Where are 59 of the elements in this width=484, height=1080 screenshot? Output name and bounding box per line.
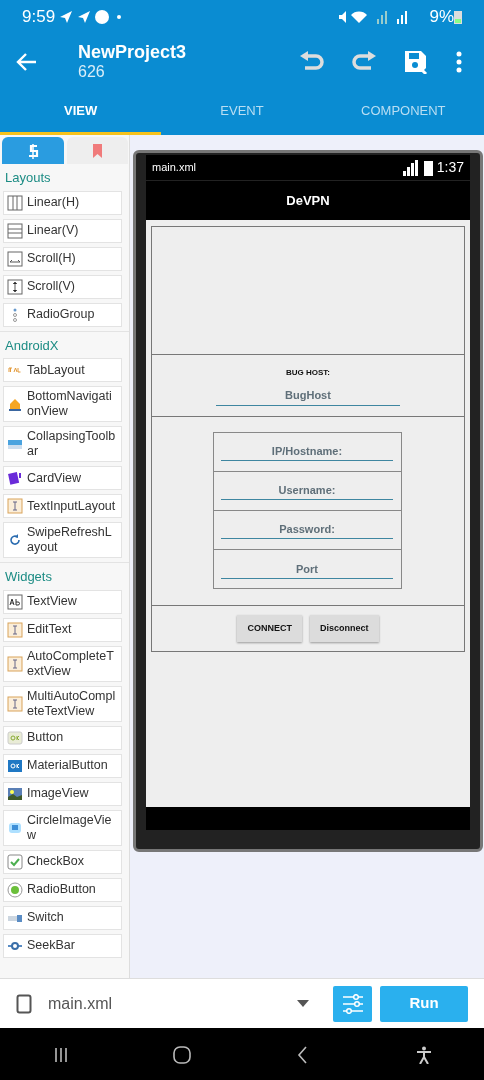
palette-item[interactable]: CheckBox [3,849,122,874]
palette-item[interactable]: Linear(V) [3,218,122,243]
section-title: Layouts [4,169,52,187]
palette-item[interactable]: EditText [3,617,122,642]
palette-item[interactable]: TextView [3,589,122,614]
palette-item[interactable]: Linear(H) [3,190,122,215]
palette-item[interactable]: Scroll(H) [3,246,122,271]
input-field[interactable]: IP/Hostname: [221,442,393,461]
accessibility-icon [414,1045,433,1064]
project-subtitle: 626 [78,62,106,82]
file-selector[interactable]: main.xml [48,991,297,1016]
status-time: 1:37 [436,158,464,177]
palette-item[interactable]: Scroll(V) [3,274,122,299]
home-icon [172,1045,191,1064]
settings-button[interactable] [333,985,372,1022]
palette-item[interactable]: MaterialButton [3,753,122,778]
back-arrow-icon [16,52,38,73]
palette-item[interactable]: Switch [3,905,122,930]
palette-item[interactable]: MultiAutoCompleteTextView [3,685,122,722]
more-button[interactable] [456,50,462,73]
palette-item[interactable]: Button [3,725,122,750]
palette-item[interactable]: TabLayout [3,358,122,382]
palette-tab[interactable] [66,137,128,164]
input-field[interactable]: Password: [221,520,393,539]
app-notification-icon [95,9,110,24]
palette-item[interactable]: CardView [3,466,122,490]
palette-item[interactable]: TextInputLayout [3,494,122,518]
preview-button[interactable]: Disconnect [310,615,379,642]
input-field[interactable]: Username: [221,481,393,500]
palette-item[interactable]: CollapsingToolbar [3,426,122,462]
more-icon [456,50,462,73]
palette-item[interactable]: BottomNavigationView [3,386,122,422]
battery-level: 9% [429,5,454,28]
file-name: main.xml [152,160,196,176]
app-title: DeVPN [286,191,330,210]
status-time: 9:59 [22,5,56,28]
palette-item[interactable]: ImageView [3,781,122,806]
signal-battery-icon [402,159,433,176]
palette-item[interactable]: RadioButton [3,877,122,902]
sliders-icon [341,993,364,1014]
bug-host-field[interactable]: BugHost [216,387,400,406]
section-title: Widgets [0,562,129,590]
project-title: NewProject3 [78,41,188,62]
palette-item[interactable]: CircleImageView [3,809,122,846]
save-button[interactable] [404,49,428,74]
palette-item[interactable]: SeekBar [3,933,122,958]
phone-outline-icon [16,993,32,1014]
palette-item[interactable]: RadioGroup [3,302,122,327]
palette-item[interactable]: SwipeRefreshLayout [3,522,122,558]
input-field[interactable]: Port [221,560,393,579]
save-icon [404,49,428,74]
notification-dot-icon [117,14,122,19]
bookmark-icon [90,142,105,159]
preview-button[interactable]: CONNECT [237,615,302,642]
dropdown-caret-icon [297,1000,309,1007]
bug-host-label: BUG HOST: [286,367,330,379]
palette-tab[interactable] [2,137,64,164]
battery-icon [454,9,462,24]
palette-item[interactable]: AutoCompleteTextView [3,645,122,682]
